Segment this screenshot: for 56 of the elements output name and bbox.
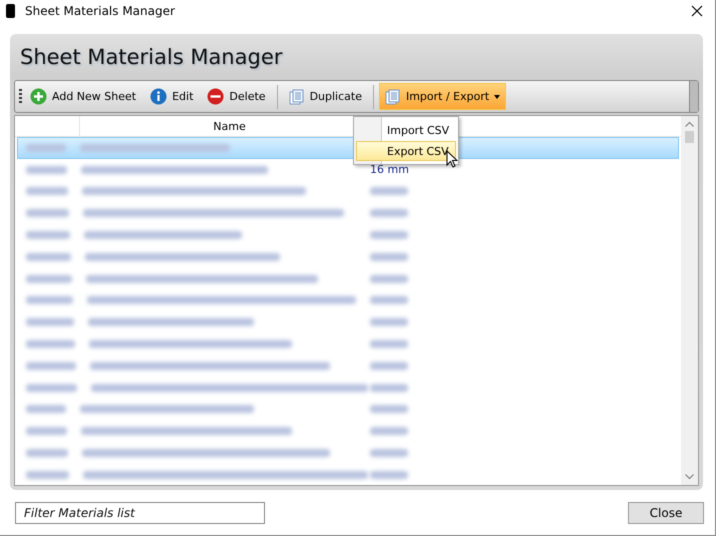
blurred-text [26,231,70,240]
blurred-text [26,296,73,304]
blurred-text [370,187,408,196]
blurred-text [370,427,408,436]
toolbar-button[interactable]: Duplicate [282,83,368,110]
document-icon [288,88,305,104]
blurred-text [370,296,408,304]
toolbar-overflow[interactable] [689,81,698,112]
page-heading: Sheet Materials Manager [19,44,284,71]
blurred-text [26,427,67,436]
blurred-text [26,384,77,392]
scroll-up-icon[interactable] [685,121,694,127]
toolbar-button[interactable]: Add New Sheet [24,83,142,110]
list-row[interactable]: 16 mm [17,158,679,181]
blurred-text [370,384,408,392]
toolbar-button[interactable]: Edit [144,83,200,110]
toolbar-button[interactable]: Import / Export [378,83,506,110]
close-button[interactable]: Close [628,502,704,524]
size-text: 16 mm [370,163,410,176]
scrollbar[interactable] [681,116,698,485]
blurred-text [370,318,408,326]
toolbar-button[interactable]: Delete [201,83,272,110]
scroll-down-icon[interactable] [685,474,694,480]
blurred-text [370,470,408,479]
info-icon [150,88,168,105]
blurred-text [26,405,66,414]
blurred-text [370,231,408,240]
minus-icon [207,88,224,105]
menu-item[interactable]: Export CSV [356,141,456,161]
blurred-text [26,318,74,326]
filter-field[interactable]: Filter Materials list [15,502,265,524]
blurred-text [26,144,66,152]
window-title: Sheet Materials Manager [25,4,176,18]
blurred-text [370,274,408,283]
blurred-text [26,470,69,479]
close-icon[interactable] [691,5,703,17]
blurred-text [370,252,408,261]
blurred-text [370,340,408,348]
blurred-text [26,252,71,261]
blurred-text [26,166,67,174]
blurred-text [370,362,408,370]
document-icon [384,88,401,104]
blurred-text [26,449,68,458]
caret-icon [494,94,500,98]
blurred-text [26,340,75,348]
grip-icon[interactable] [19,88,22,104]
blurred-text [26,362,76,370]
app-icon [6,4,15,18]
blurred-text [370,405,408,414]
blurred-text [26,187,68,196]
plus-icon [30,88,47,105]
scroll-thumb[interactable] [685,131,694,143]
blurred-text [26,209,69,218]
blurred-text [370,449,408,458]
blurred-text [370,209,408,218]
blurred-text [26,274,72,283]
